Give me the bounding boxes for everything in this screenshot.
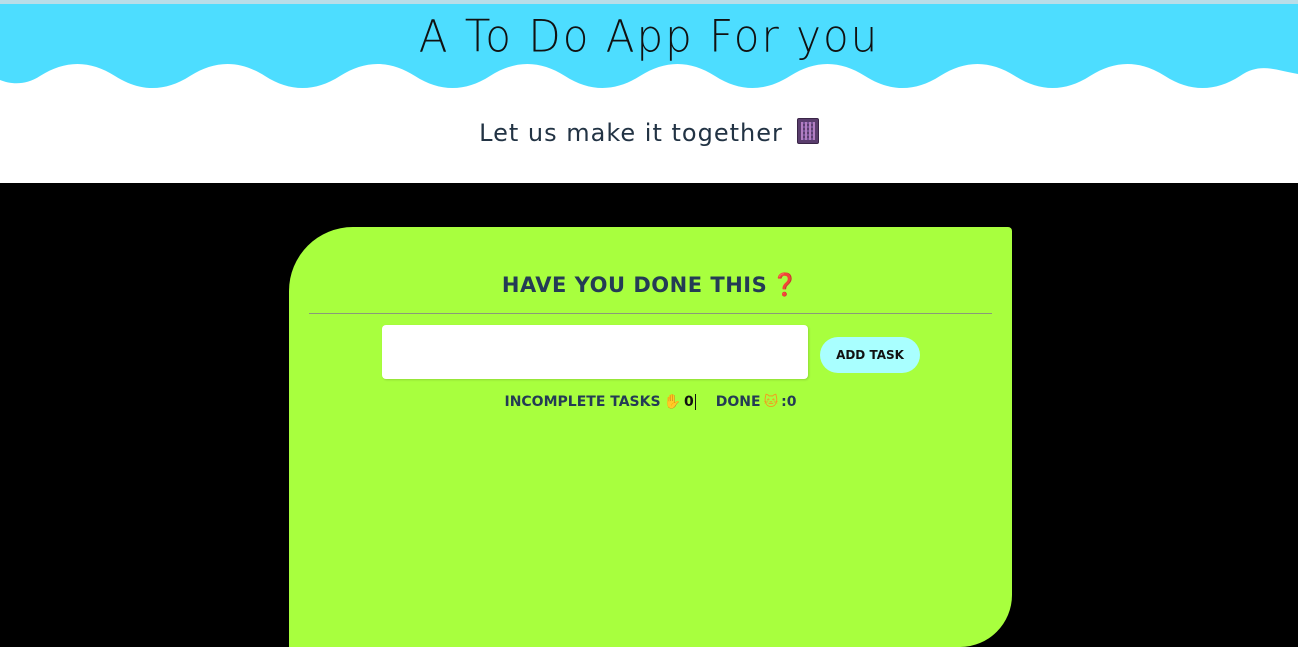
card-title: Have you done this ❓: [289, 273, 1012, 298]
subtitle-text: Let us make it together: [479, 119, 783, 147]
app-subtitle: Let us make it together: [0, 118, 1298, 147]
task-input[interactable]: [382, 325, 808, 379]
done-count: :0: [781, 394, 797, 410]
task-stats: Incomplete Tasks ✋ 0 Done 🐱:0: [289, 394, 1012, 410]
incomplete-label: Incomplete Tasks: [504, 394, 661, 410]
app-header: A To Do App For you Let us make it toget…: [0, 4, 1298, 183]
add-task-button[interactable]: Add Task: [820, 337, 920, 373]
notebook-icon: [796, 118, 819, 144]
cat-face-icon: 🐱: [763, 394, 779, 410]
incomplete-count: 0: [684, 394, 696, 410]
todo-card: Have you done this ❓ Add Task Incomplete …: [289, 227, 1012, 647]
card-title-text: Have you done this: [501, 273, 768, 297]
app-title: A To Do App For you: [418, 10, 880, 63]
raised-hand-icon: ✋: [663, 394, 681, 410]
question-mark-icon: ❓: [771, 273, 800, 298]
done-label: Done: [715, 394, 761, 410]
divider: [309, 313, 992, 314]
